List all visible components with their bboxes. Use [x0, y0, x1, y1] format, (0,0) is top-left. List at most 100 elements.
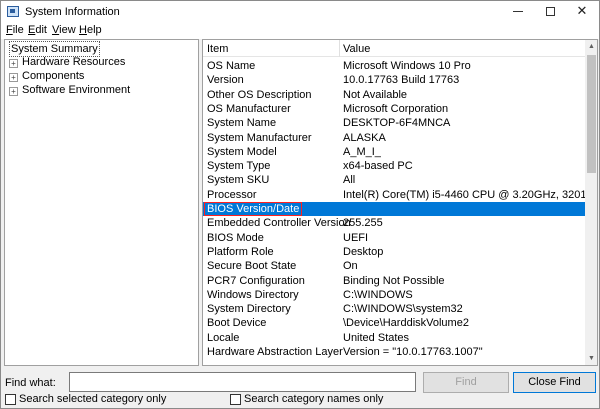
category-tree: System Summary + Hardware Resources + Comp… — [4, 39, 199, 366]
cell-value: On — [343, 260, 358, 273]
table-row[interactable]: OS Manufacturer Microsoft Corporation — [203, 102, 585, 116]
cell-value: Microsoft Windows 10 Pro — [343, 60, 471, 72]
table-row[interactable]: Embedded Controller Version 255.255 — [203, 216, 585, 230]
table-row[interactable]: Processor Intel(R) Core(TM) i5-4460 CPU @… — [203, 188, 597, 202]
cell-value: 255.255 — [343, 217, 383, 230]
close-icon: ✕ — [576, 3, 588, 18]
cell-value: x64-based PC — [343, 160, 413, 173]
scroll-up-icon[interactable]: ▲ — [585, 40, 597, 53]
tree-item-system-summary[interactable]: System Summary — [9, 41, 100, 57]
vertical-scrollbar[interactable]: ▲ ▼ — [585, 40, 597, 365]
minimize-button[interactable] — [503, 1, 533, 23]
tree-item-software-environment[interactable]: + Software Environment — [9, 83, 130, 97]
table-row[interactable]: Windows Directory C:\WINDOWS — [203, 288, 585, 302]
cell-item: Windows Directory — [207, 288, 299, 301]
tree-item-components[interactable]: + Components — [9, 69, 84, 83]
table-row[interactable]: Locale United States — [203, 331, 585, 345]
expand-icon[interactable]: + — [9, 59, 18, 68]
cell-item: System Model — [207, 145, 277, 158]
close-button[interactable]: ✕ — [567, 1, 597, 23]
find-input[interactable] — [69, 372, 416, 392]
cell-item: Boot Device — [207, 317, 267, 330]
cell-item: Locale — [207, 331, 240, 344]
cell-value: ALASKA — [343, 131, 386, 144]
menu-bar: File Edit View Help — [1, 23, 599, 39]
tree-item-label: Software Environment — [22, 84, 131, 96]
scroll-down-icon[interactable]: ▼ — [585, 352, 597, 365]
table-row[interactable]: BIOS Version/Date — [203, 202, 585, 217]
title-bar[interactable]: System Information ✕ — [1, 1, 599, 23]
cell-value: C:\WINDOWS — [343, 288, 413, 301]
cell-item: OS Name — [207, 60, 256, 72]
cell-item: System Type — [207, 160, 271, 173]
table-row[interactable]: Platform Role Desktop — [203, 245, 585, 259]
maximize-button[interactable] — [536, 1, 566, 23]
cell-value: All — [343, 174, 356, 187]
table-row[interactable]: Hardware Abstraction Layer Version = "10.… — [203, 345, 585, 359]
cell-item: BIOS Mode — [207, 231, 264, 244]
menu-file[interactable]: File — [6, 24, 24, 36]
cell-item: Hardware Abstraction Layer — [207, 346, 343, 358]
scroll-thumb[interactable] — [587, 55, 596, 173]
cell-item: System SKU — [207, 174, 270, 187]
table-row[interactable]: Version 10.0.17763 Build 17763 — [203, 73, 585, 87]
cell-item: OS Manufacturer — [207, 102, 291, 115]
close-find-button[interactable]: Close Find — [513, 372, 596, 393]
checkbox-box[interactable] — [230, 394, 241, 405]
cell-item: Other OS Description — [207, 88, 312, 101]
tree-item-label: Hardware Resources — [22, 56, 126, 68]
table-row[interactable]: Boot Device \Device\HarddiskVolume2 — [203, 316, 585, 330]
table-row[interactable]: Secure Boot State On — [203, 259, 585, 273]
minimize-icon — [513, 11, 523, 12]
menu-help[interactable]: Help — [79, 24, 102, 36]
system-information-window: System Information ✕ File Edit View Help… — [0, 0, 600, 409]
cell-value: UEFI — [343, 231, 369, 244]
table-row[interactable]: BIOS Mode UEFI — [203, 231, 585, 245]
cell-value: A_M_I_ — [343, 145, 381, 158]
table-row[interactable]: System SKU All — [203, 173, 585, 187]
column-divider[interactable] — [339, 40, 340, 57]
cell-item: System Directory — [207, 303, 291, 316]
cell-value: Version = "10.0.17763.1007" — [343, 346, 483, 358]
column-header-value[interactable]: Value — [343, 43, 370, 55]
table-row[interactable]: System Directory C:\WINDOWS\system32 — [203, 302, 585, 316]
expand-icon[interactable]: + — [9, 87, 18, 96]
checkbox-label: Search category names only — [244, 393, 384, 405]
table-row[interactable]: System Type x64-based PC — [203, 159, 585, 173]
cell-value: United States — [343, 331, 410, 344]
list-header: Item Value — [203, 40, 585, 57]
table-row[interactable]: System Model A_M_I_ — [203, 145, 585, 159]
tree-item-label: Components — [22, 70, 85, 82]
table-row[interactable]: System Name DESKTOP-6F4MNCA — [203, 116, 585, 130]
table-row[interactable]: Other OS Description Not Available — [203, 88, 585, 102]
cell-item: Platform Role — [207, 245, 274, 258]
checkbox-box[interactable] — [5, 394, 16, 405]
table-row[interactable]: System Manufacturer ALASKA — [203, 131, 585, 145]
cell-item: Embedded Controller Version — [207, 217, 351, 230]
cell-item: BIOS Version/Date — [204, 202, 303, 216]
menu-edit[interactable]: Edit — [28, 24, 47, 36]
cell-value: Intel(R) Core(TM) i5-4460 CPU @ 3.20GHz,… — [343, 188, 597, 201]
expand-icon[interactable]: + — [9, 73, 18, 82]
find-what-label: Find what: — [5, 377, 56, 389]
cell-value: Desktop — [343, 245, 384, 258]
cell-item: Version — [207, 74, 244, 87]
details-list: Item Value OS Name Microsoft Windows 10 P… — [202, 39, 598, 366]
window-title: System Information — [25, 6, 120, 18]
cell-value: \Device\HarddiskVolume2 — [343, 317, 469, 330]
cell-value: 10.0.17763 Build 17763 — [343, 74, 460, 87]
menu-view[interactable]: View — [52, 24, 76, 36]
find-bar: Find what: Find Close Find Search select… — [1, 368, 599, 408]
find-button[interactable]: Find — [423, 372, 509, 393]
tree-item-hardware-resources[interactable]: + Hardware Resources — [9, 55, 125, 69]
table-row[interactable]: PCR7 Configuration Binding Not Possible — [203, 274, 585, 288]
system-info-icon — [7, 6, 19, 17]
maximize-icon — [546, 7, 555, 16]
cell-value: Not Available — [343, 88, 408, 101]
cell-value: DESKTOP-6F4MNCA — [343, 117, 451, 130]
table-row[interactable]: OS Name Microsoft Windows 10 Pro — [203, 59, 585, 73]
column-header-item[interactable]: Item — [207, 43, 228, 55]
checkbox-label: Search selected category only — [19, 393, 167, 405]
cell-item: System Name — [207, 117, 277, 130]
cell-value: Microsoft Corporation — [343, 102, 449, 115]
